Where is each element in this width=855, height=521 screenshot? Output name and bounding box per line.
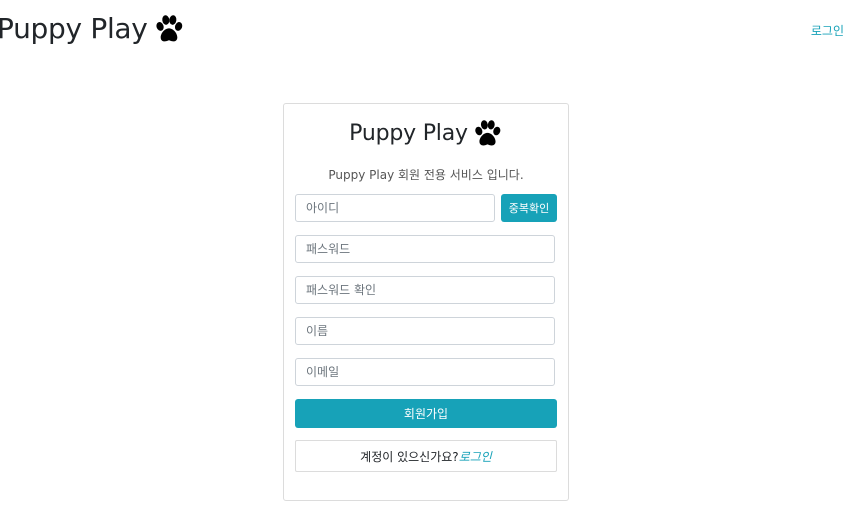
account-prompt-text: 계정이 있으신가요?: [360, 449, 459, 464]
name-input[interactable]: [295, 317, 555, 345]
brand-title: Puppy Play: [0, 12, 148, 45]
card-title: Puppy Play: [349, 121, 468, 146]
account-login-link[interactable]: 로그인: [459, 448, 492, 465]
signup-button[interactable]: 회원가입: [295, 399, 557, 428]
paw-icon: [153, 13, 185, 45]
id-input[interactable]: [295, 194, 495, 222]
check-duplicate-button[interactable]: 중복확인: [501, 194, 557, 222]
signup-card: Puppy Play Puppy Play 회원 전용 서비스 입니다. 중복확…: [283, 103, 569, 501]
brand[interactable]: Puppy Play: [0, 12, 185, 45]
card-subtitle: Puppy Play 회원 전용 서비스 입니다.: [328, 168, 524, 182]
password-input[interactable]: [295, 235, 555, 263]
card-heading: Puppy Play: [284, 118, 568, 149]
paw-icon: [472, 118, 503, 149]
top-navbar: Puppy Play 로그인: [0, 0, 855, 60]
email-input[interactable]: [295, 358, 555, 386]
nav-login-link[interactable]: 로그인: [811, 22, 844, 39]
password-confirm-input[interactable]: [295, 276, 555, 304]
account-prompt-box: 계정이 있으신가요? 로그인: [295, 440, 557, 472]
